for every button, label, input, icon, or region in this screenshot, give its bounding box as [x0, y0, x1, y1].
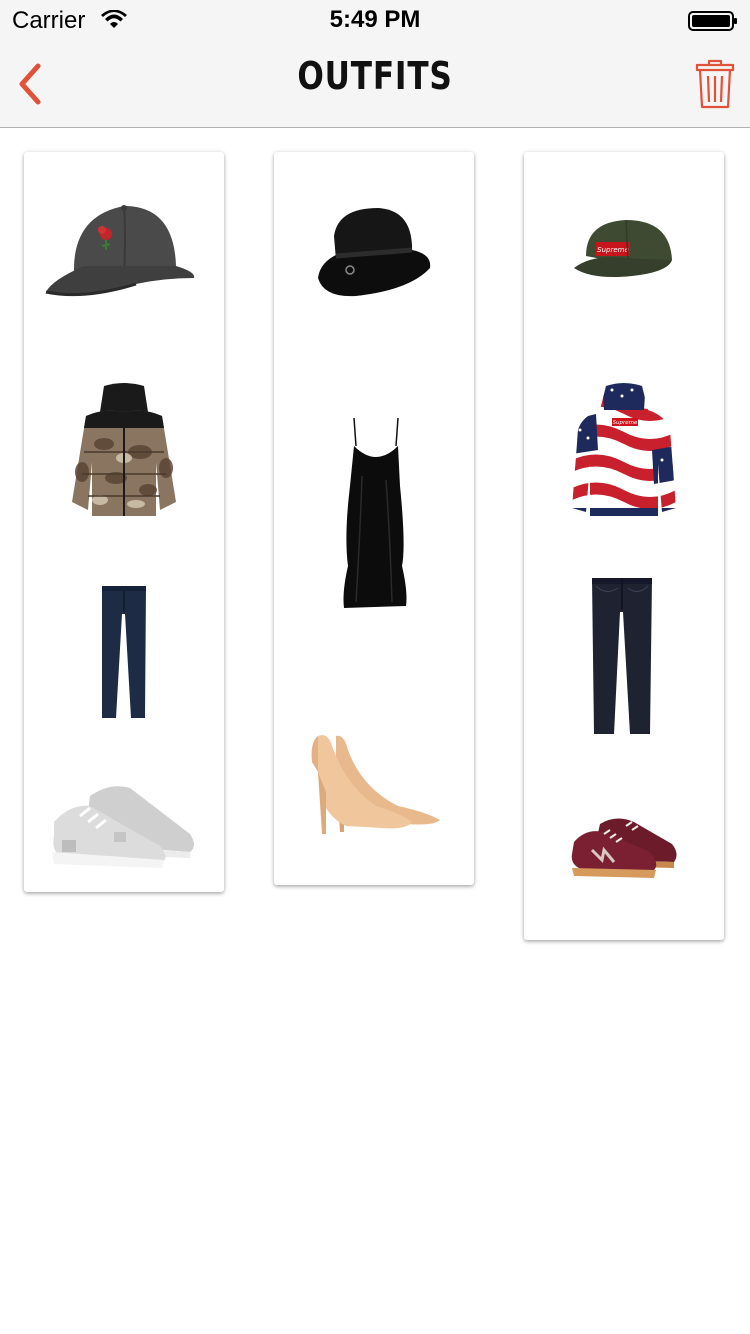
battery-icon	[688, 11, 737, 31]
puffer-jacket-image	[72, 383, 176, 516]
black-hat-image	[318, 208, 431, 297]
dark-jeans-image	[592, 578, 652, 734]
navigation-bar: OUTFITS	[0, 40, 750, 128]
black-dress-image	[343, 417, 407, 608]
nude-heels-image	[311, 735, 440, 834]
trash-icon[interactable]	[694, 58, 736, 110]
back-chevron-icon[interactable]	[14, 62, 48, 106]
outfit-card-2[interactable]	[274, 152, 474, 885]
burgundy-sneakers-image	[571, 818, 677, 878]
outfit-card-3[interactable]: Supreme Supreme	[524, 152, 724, 940]
svg-text:Supreme: Supreme	[613, 420, 638, 426]
flag-hoodie-image: Supreme	[572, 383, 676, 516]
rose-cap-image	[45, 205, 195, 297]
navy-pants-image	[102, 586, 146, 718]
status-bar: Carrier 5:49 PM	[0, 0, 750, 40]
outfit-card-1[interactable]	[24, 152, 224, 892]
page-title: OUTFITS	[297, 54, 453, 98]
grey-sneakers-image	[52, 786, 194, 868]
svg-text:Supreme: Supreme	[597, 246, 629, 254]
status-time: 5:49 PM	[329, 6, 421, 33]
green-cap-image: Supreme	[574, 219, 672, 277]
